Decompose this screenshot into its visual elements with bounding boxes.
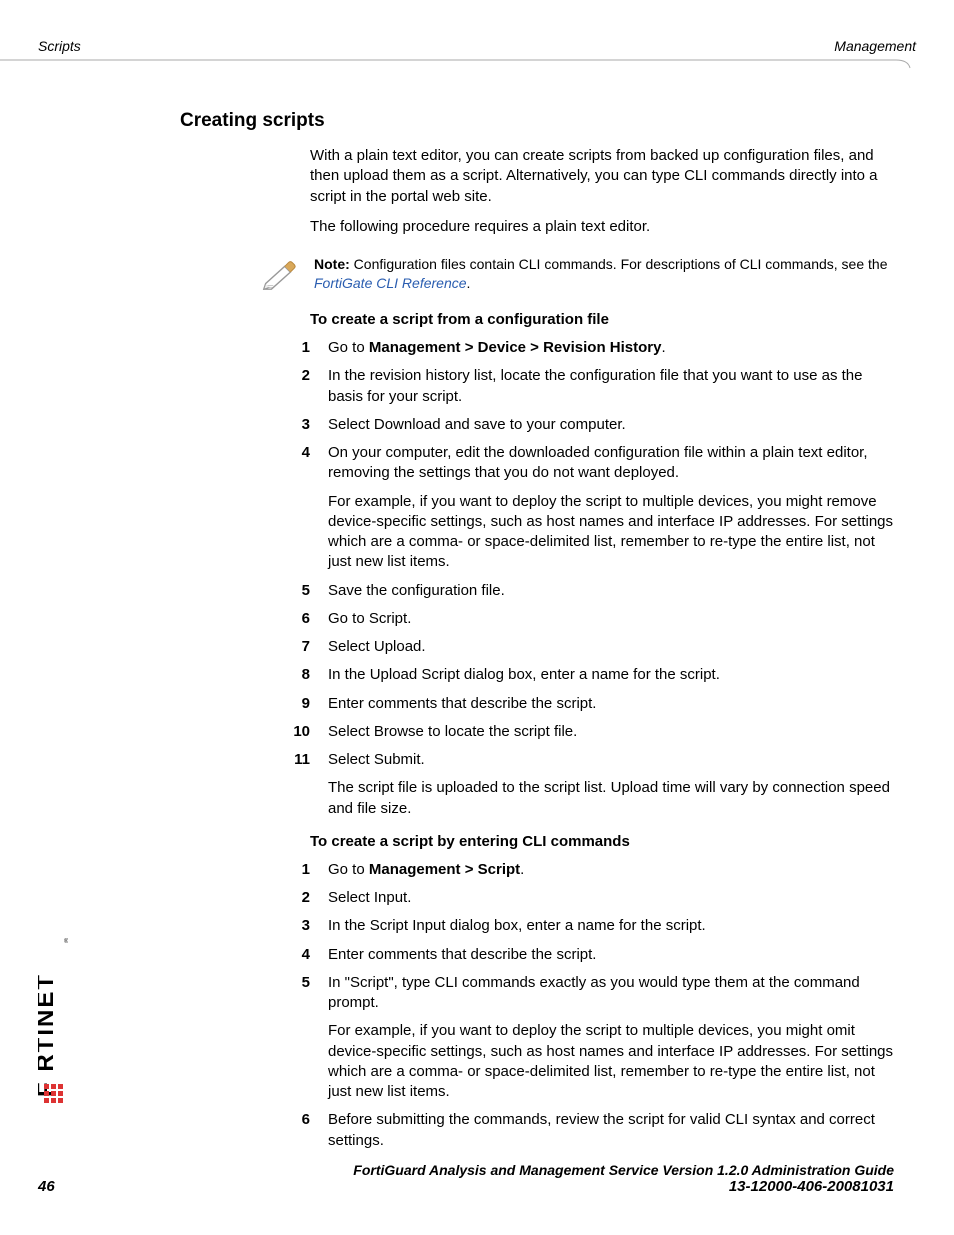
step-item: 1Go to Management > Script. — [270, 860, 894, 880]
step-number: 7 — [270, 637, 328, 657]
intro-p2: The following procedure requires a plain… — [310, 217, 894, 237]
step-body: Go to Management > Device > Revision His… — [328, 338, 894, 358]
step-item: 5Save the configuration file. — [270, 581, 894, 601]
step-para: Enter comments that describe the script. — [328, 694, 894, 714]
step-body: Select Browse to locate the script file. — [328, 722, 894, 742]
step-item: 4Enter comments that describe the script… — [270, 945, 894, 965]
step-para: For example, if you want to deploy the s… — [328, 1021, 894, 1102]
step-para: In the revision history list, locate the… — [328, 366, 894, 407]
step-item: 7Select Upload. — [270, 637, 894, 657]
step-para: Select Browse to locate the script file. — [328, 722, 894, 742]
proc2-heading: To create a script by entering CLI comma… — [310, 833, 894, 850]
step-body: On your computer, edit the downloaded co… — [328, 443, 894, 573]
page-number: 46 — [38, 1178, 55, 1195]
step-para: Save the configuration file. — [328, 581, 894, 601]
section-title: Creating scripts — [180, 110, 894, 132]
step-number: 1 — [270, 338, 328, 358]
step-para: In "Script", type CLI commands exactly a… — [328, 973, 894, 1014]
step-number: 5 — [270, 973, 328, 1103]
step-para: Select Input. — [328, 888, 894, 908]
step-para: Select Submit. — [328, 750, 894, 770]
step-item: 3Select Download and save to your comput… — [270, 415, 894, 435]
svg-text:F RTINET: F RTINET — [38, 973, 59, 1097]
doc-number: 13-12000-406-20081031 — [729, 1178, 894, 1195]
header-rule — [0, 58, 916, 68]
proc1-heading: To create a script from a configuration … — [310, 311, 894, 328]
proc1-steps: 1Go to Management > Device > Revision Hi… — [270, 338, 894, 819]
step-number: 6 — [270, 609, 328, 629]
step-number: 6 — [270, 1110, 328, 1151]
step-number: 5 — [270, 581, 328, 601]
step-body: Go to Management > Script. — [328, 860, 894, 880]
step-para: Select Download and save to your compute… — [328, 415, 894, 435]
step-item: 1Go to Management > Device > Revision Hi… — [270, 338, 894, 358]
step-para: In the Script Input dialog box, enter a … — [328, 916, 894, 936]
note-label: Note: — [314, 256, 350, 272]
footer-title: FortiGuard Analysis and Management Servi… — [38, 1162, 894, 1178]
step-number: 10 — [270, 722, 328, 742]
step-number: 4 — [270, 443, 328, 573]
step-number: 4 — [270, 945, 328, 965]
step-item: 8In the Upload Script dialog box, enter … — [270, 665, 894, 685]
content-area: Creating scripts With a plain text edito… — [180, 110, 894, 1159]
step-para: On your computer, edit the downloaded co… — [328, 443, 894, 484]
step-number: 2 — [270, 366, 328, 407]
header-left: Scripts — [38, 38, 81, 54]
step-number: 3 — [270, 916, 328, 936]
step-body: Go to Script. — [328, 609, 894, 629]
note-link[interactable]: FortiGate CLI Reference — [314, 275, 467, 291]
step-body: Enter comments that describe the script. — [328, 945, 894, 965]
step-item: 4On your computer, edit the downloaded c… — [270, 443, 894, 573]
step-item: 2In the revision history list, locate th… — [270, 366, 894, 407]
step-para: Before submitting the commands, review t… — [328, 1110, 894, 1151]
step-number: 3 — [270, 415, 328, 435]
header-right: Management — [834, 38, 916, 54]
step-item: 5In "Script", type CLI commands exactly … — [270, 973, 894, 1103]
footer: FortiGuard Analysis and Management Servi… — [38, 1162, 894, 1195]
step-number: 2 — [270, 888, 328, 908]
note-block: Note: Configuration files contain CLI co… — [260, 255, 894, 293]
step-para: In the Upload Script dialog box, enter a… — [328, 665, 894, 685]
step-body: In the Upload Script dialog box, enter a… — [328, 665, 894, 685]
step-number: 8 — [270, 665, 328, 685]
note-icon — [260, 255, 298, 293]
step-body: In the revision history list, locate the… — [328, 366, 894, 407]
step-para: Go to Script. — [328, 609, 894, 629]
step-body: In the Script Input dialog box, enter a … — [328, 916, 894, 936]
fortinet-logo: F RTINET ® — [38, 935, 68, 1135]
intro-p1: With a plain text editor, you can create… — [310, 146, 894, 207]
step-body: Before submitting the commands, review t… — [328, 1110, 894, 1151]
step-para: For example, if you want to deploy the s… — [328, 492, 894, 573]
step-body: Select Input. — [328, 888, 894, 908]
step-para: Select Upload. — [328, 637, 894, 657]
svg-text:®: ® — [64, 938, 68, 945]
step-body: Enter comments that describe the script. — [328, 694, 894, 714]
step-item: 9Enter comments that describe the script… — [270, 694, 894, 714]
step-body: Select Upload. — [328, 637, 894, 657]
step-item: 3In the Script Input dialog box, enter a… — [270, 916, 894, 936]
step-number: 1 — [270, 860, 328, 880]
step-para: Enter comments that describe the script. — [328, 945, 894, 965]
step-item: 11Select Submit. The script file is uploa… — [270, 750, 894, 819]
step-para: Go to Management > Device > Revision His… — [328, 338, 894, 358]
step-item: 6Go to Script. — [270, 609, 894, 629]
note-text: Note: Configuration files contain CLI co… — [314, 255, 894, 293]
step-item: 6Before submitting the commands, review … — [270, 1110, 894, 1151]
running-header: Scripts Management — [38, 38, 916, 54]
step-para: Go to Management > Script. — [328, 860, 894, 880]
proc2-steps: 1Go to Management > Script.2Select Input… — [270, 860, 894, 1151]
page: Scripts Management Creating scripts With… — [0, 0, 954, 1235]
step-number: 9 — [270, 694, 328, 714]
step-body: Save the configuration file. — [328, 581, 894, 601]
step-body: In "Script", type CLI commands exactly a… — [328, 973, 894, 1103]
step-body: Select Submit. The script file is uploade… — [328, 750, 894, 819]
note-after: . — [467, 275, 471, 291]
step-body: Select Download and save to your compute… — [328, 415, 894, 435]
step-number: 11 — [270, 750, 328, 819]
step-item: 10Select Browse to locate the script fil… — [270, 722, 894, 742]
step-para: The script file is uploaded to the scrip… — [328, 778, 894, 819]
step-item: 2Select Input. — [270, 888, 894, 908]
note-before: Configuration files contain CLI commands… — [350, 256, 888, 272]
